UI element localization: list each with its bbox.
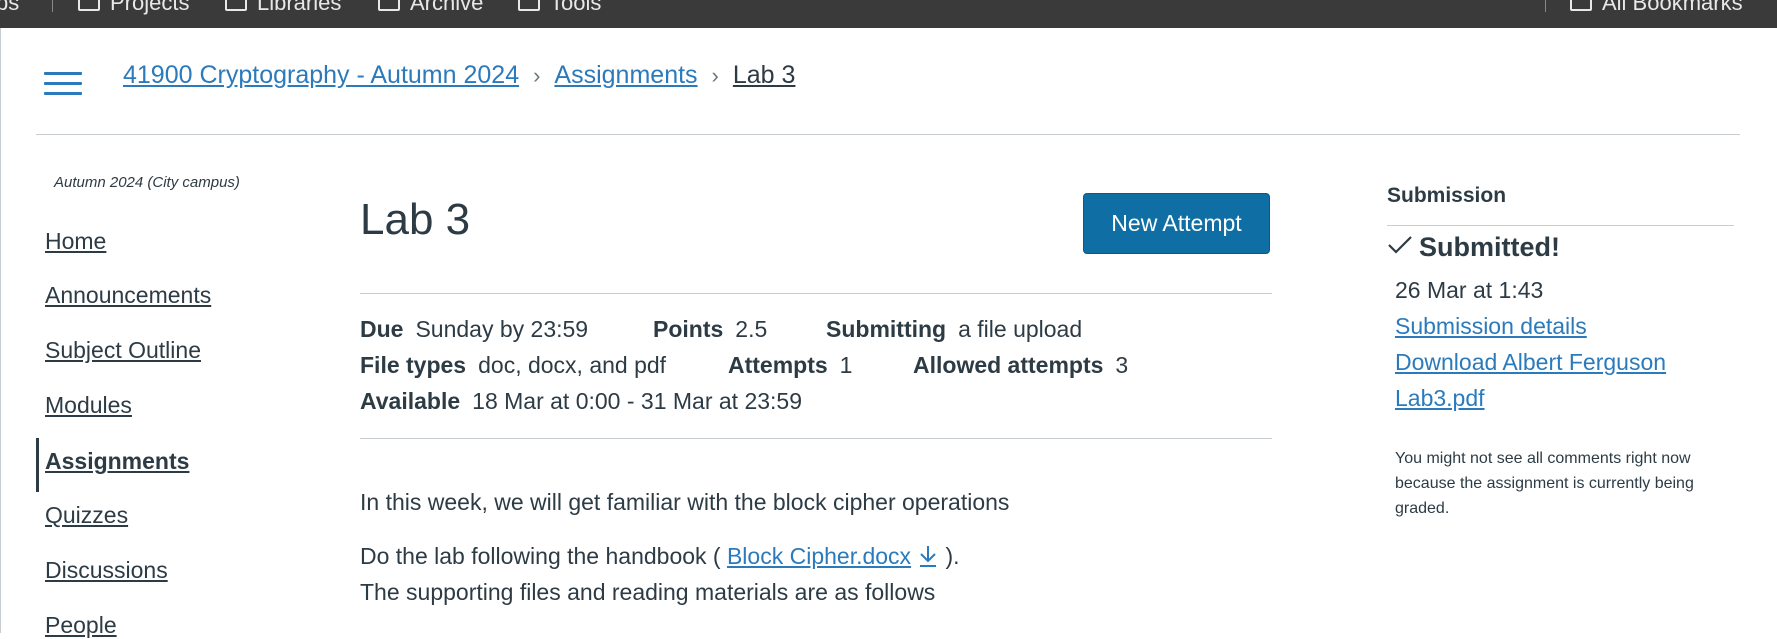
nav-item-subject-outline[interactable]: Subject Outline [45, 337, 201, 364]
download-submission-link-filename[interactable]: Lab3.pdf [1395, 385, 1485, 412]
due-field: Due Sunday by 23:59 [360, 316, 589, 342]
available-field: Available 18 Mar at 0:00 - 31 Mar at 23:5… [360, 388, 803, 414]
details-divider-bottom [360, 438, 1272, 439]
description-paragraph: In this week, we will get familiar with … [360, 489, 1010, 515]
submission-status: Submitted! [1387, 232, 1560, 263]
bookmark-all-bookmarks[interactable]: All Bookmarks [1570, 0, 1743, 16]
header-divider [36, 134, 1740, 135]
handbook-paragraph: Do the lab following the handbook ( Bloc… [360, 543, 960, 574]
bookmarks-separator [1545, 0, 1546, 12]
submission-heading: Submission [1387, 184, 1507, 207]
breadcrumb-course-link[interactable]: 41900 Cryptography - Autumn 2024 [123, 61, 519, 90]
download-icon[interactable] [917, 544, 939, 574]
bookmark-projects[interactable]: Projects [78, 0, 189, 16]
submission-date: 26 Mar at 1:43 [1395, 277, 1544, 303]
bookmark-tools[interactable]: Tools [518, 0, 601, 16]
bookmark-fragment[interactable]: ps [0, 0, 19, 16]
nav-item-quizzes[interactable]: Quizzes [45, 502, 128, 529]
nav-item-assignments[interactable]: Assignments [45, 448, 189, 475]
bookmark-libraries[interactable]: Libraries [225, 0, 341, 16]
course-term-label: Autumn 2024 (City campus) [54, 174, 240, 191]
file-types-field: File types doc, docx, and pdf [360, 352, 667, 378]
hamburger-icon [44, 92, 82, 95]
folder-icon [1570, 0, 1592, 11]
download-submission-link[interactable]: Download Albert Ferguson [1395, 349, 1666, 376]
nav-item-announcements[interactable]: Announcements [45, 282, 211, 309]
submission-divider [1387, 225, 1734, 226]
submitting-field: Submitting a file upload [826, 316, 1083, 342]
nav-active-indicator [36, 438, 39, 492]
folder-icon [518, 0, 540, 11]
new-attempt-button[interactable]: New Attempt [1083, 193, 1270, 254]
checkmark-icon [1387, 232, 1413, 263]
supporting-files-paragraph: The supporting files and reading materia… [360, 579, 936, 605]
folder-icon [225, 0, 247, 11]
details-divider-top [360, 293, 1272, 294]
nav-item-modules[interactable]: Modules [45, 392, 132, 419]
chevron-right-icon: › [533, 62, 541, 88]
hamburger-icon [44, 82, 82, 85]
nav-item-home[interactable]: Home [45, 228, 106, 255]
handbook-file-link[interactable]: Block Cipher.docx [727, 543, 911, 569]
page-title: Lab 3 [360, 195, 471, 244]
points-field: Points 2.5 [653, 316, 768, 342]
grading-notice: You might not see all comments right now… [1395, 450, 1694, 517]
chevron-right-icon: › [711, 62, 719, 88]
bookmarks-bar: ps Projects Libraries Archive Tools All … [0, 0, 1777, 28]
breadcrumb-current: Lab 3 [732, 61, 796, 89]
bookmark-archive[interactable]: Archive [378, 0, 483, 16]
submission-details-link[interactable]: Submission details [1395, 313, 1587, 340]
attempts-field: Attempts 1 [728, 352, 853, 378]
allowed-attempts-field: Allowed attempts 3 [913, 352, 1129, 378]
menu-toggle-button[interactable] [44, 70, 82, 98]
folder-icon [378, 0, 400, 11]
nav-item-people[interactable]: People [45, 612, 117, 639]
nav-item-discussions[interactable]: Discussions [45, 557, 168, 584]
breadcrumb-assignments-link[interactable]: Assignments [554, 61, 697, 90]
window-edge [0, 28, 1, 633]
bookmarks-separator [52, 0, 53, 12]
breadcrumb: 41900 Cryptography - Autumn 2024 › Assig… [123, 61, 795, 90]
hamburger-icon [44, 72, 82, 75]
folder-icon [78, 0, 100, 11]
